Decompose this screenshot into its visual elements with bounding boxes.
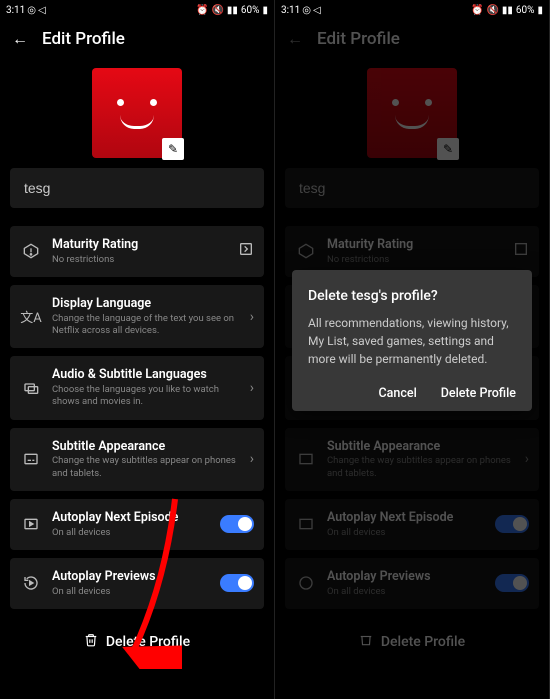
- pane-delete-dialog: 3:11 ◎ ◁ ⏰ 🔇 ▮▮ 60% ▮ ← Edit Profile ✎ M…: [275, 0, 550, 699]
- row-autoplay-previews: Autoplay Previews On all devices: [10, 558, 264, 609]
- maturity-icon: [20, 243, 42, 259]
- delete-label: Delete Profile: [106, 634, 190, 650]
- row-autoplay-previews: Autoplay Previews On all devices: [285, 558, 539, 609]
- row-maturity[interactable]: Maturity Rating No restrictions: [10, 226, 264, 277]
- signal-icon: ▮▮: [502, 5, 513, 16]
- signal-icon: ▮▮: [227, 5, 238, 16]
- row-title: Autoplay Next Episode: [327, 510, 485, 526]
- profile-name-input[interactable]: [10, 168, 264, 208]
- app-header: ← Edit Profile: [275, 20, 549, 58]
- row-display-language[interactable]: 文A Display Language Change the language …: [10, 285, 264, 348]
- row-title: Subtitle Appearance: [327, 439, 515, 455]
- previews-icon: [295, 575, 317, 591]
- row-title: Maturity Rating: [327, 237, 503, 253]
- battery-icon: ▮: [537, 5, 543, 16]
- alarm-icon: ⏰: [196, 5, 208, 16]
- row-title: Autoplay Next Episode: [52, 510, 210, 526]
- row-sub: On all devices: [52, 586, 210, 598]
- row-title: Maturity Rating: [52, 237, 228, 253]
- toggle-autoplay-next[interactable]: [220, 515, 254, 533]
- row-title: Subtitle Appearance: [52, 439, 240, 455]
- pane-edit-profile: 3:11 ◎ ◁ ⏰ 🔇 ▮▮ 60% ▮ ← Edit Profile ✎: [0, 0, 275, 699]
- play-next-icon: [295, 516, 317, 532]
- row-sub: No restrictions: [52, 254, 228, 266]
- row-subtitle-appearance[interactable]: Subtitle Appearance Change the way subti…: [10, 428, 264, 491]
- alarm-icon: ⏰: [471, 5, 483, 16]
- clock: 3:11: [281, 5, 300, 16]
- previews-icon: [20, 575, 42, 591]
- chevron-right-icon: ›: [250, 380, 254, 396]
- chevron-right-icon: ›: [525, 451, 529, 467]
- row-title: Audio & Subtitle Languages: [52, 367, 240, 383]
- mute-icon: 🔇: [486, 5, 498, 16]
- row-sub: On all devices: [327, 586, 485, 598]
- app-header: ← Edit Profile: [0, 20, 274, 58]
- play-next-icon: [20, 516, 42, 532]
- back-icon[interactable]: ←: [12, 29, 28, 49]
- avatar-container: ✎: [10, 68, 264, 158]
- content-area: ✎ Maturity Rating No restrictions 文A Dis…: [0, 58, 274, 609]
- delete-profile-button: Delete Profile: [275, 617, 549, 659]
- row-subtitle-appearance: Subtitle Appearance Change the way subti…: [285, 428, 539, 491]
- subtitle-icon: [295, 451, 317, 467]
- maturity-icon: [295, 243, 317, 259]
- back-icon: ←: [287, 29, 303, 49]
- dialog-body: All recommendations, viewing history, My…: [308, 314, 516, 368]
- chevron-right-icon: ›: [250, 451, 254, 467]
- mute-icon: 🔇: [211, 5, 223, 16]
- row-sub: Choose the languages you like to watch s…: [52, 384, 240, 409]
- telegram-icon: ◁: [313, 5, 321, 16]
- battery-icon: ▮: [262, 5, 268, 16]
- avatar[interactable]: ✎: [92, 68, 182, 158]
- page-title: Edit Profile: [42, 29, 125, 49]
- toggle-autoplay-previews: [495, 574, 529, 592]
- row-title: Display Language: [52, 296, 240, 312]
- language-icon: 文A: [20, 307, 42, 326]
- cancel-button[interactable]: Cancel: [379, 386, 417, 401]
- toggle-autoplay-previews[interactable]: [220, 574, 254, 592]
- delete-profile-button[interactable]: Delete Profile: [0, 617, 274, 659]
- status-bar: 3:11 ◎ ◁ ⏰ 🔇 ▮▮ 60% ▮: [0, 0, 274, 20]
- edit-avatar-icon: ✎: [437, 138, 459, 160]
- edit-avatar-icon[interactable]: ✎: [162, 138, 184, 160]
- whatsapp-icon: ◎: [302, 5, 311, 16]
- avatar: ✎: [367, 68, 457, 158]
- confirm-delete-button[interactable]: Delete Profile: [441, 386, 516, 401]
- subtitle-icon: [20, 451, 42, 467]
- row-sub: On all devices: [327, 527, 485, 539]
- row-autoplay-next: Autoplay Next Episode On all devices: [285, 499, 539, 550]
- page-title: Edit Profile: [317, 29, 400, 49]
- chevron-right-icon: ›: [250, 309, 254, 325]
- row-title: Autoplay Previews: [327, 569, 485, 585]
- dialog-actions: Cancel Delete Profile: [308, 386, 516, 401]
- external-icon: [238, 241, 254, 261]
- row-autoplay-next: Autoplay Next Episode On all devices: [10, 499, 264, 550]
- audio-icon: [20, 380, 42, 396]
- row-sub: No restrictions: [327, 254, 503, 266]
- dialog-title: Delete tesg's profile?: [308, 288, 516, 304]
- row-sub: Change the way subtitles appear on phone…: [52, 455, 240, 480]
- battery-text: 60%: [241, 5, 260, 16]
- row-sub: On all devices: [52, 527, 210, 539]
- row-sub: Change the language of the text you see …: [52, 313, 240, 338]
- trash-icon: [359, 633, 373, 651]
- battery-text: 60%: [516, 5, 535, 16]
- telegram-icon: ◁: [38, 5, 46, 16]
- whatsapp-icon: ◎: [27, 5, 36, 16]
- clock: 3:11: [6, 5, 25, 16]
- row-audio-subtitle[interactable]: Audio & Subtitle Languages Choose the la…: [10, 356, 264, 419]
- confirm-delete-dialog: Delete tesg's profile? All recommendatio…: [292, 270, 532, 411]
- profile-name-input: [285, 168, 539, 208]
- external-icon: [513, 241, 529, 261]
- toggle-autoplay-next: [495, 515, 529, 533]
- status-bar: 3:11 ◎ ◁ ⏰ 🔇 ▮▮ 60% ▮: [275, 0, 549, 20]
- trash-icon: [84, 633, 98, 651]
- row-title: Autoplay Previews: [52, 569, 210, 585]
- row-sub: Change the way subtitles appear on phone…: [327, 455, 515, 480]
- delete-label: Delete Profile: [381, 634, 465, 650]
